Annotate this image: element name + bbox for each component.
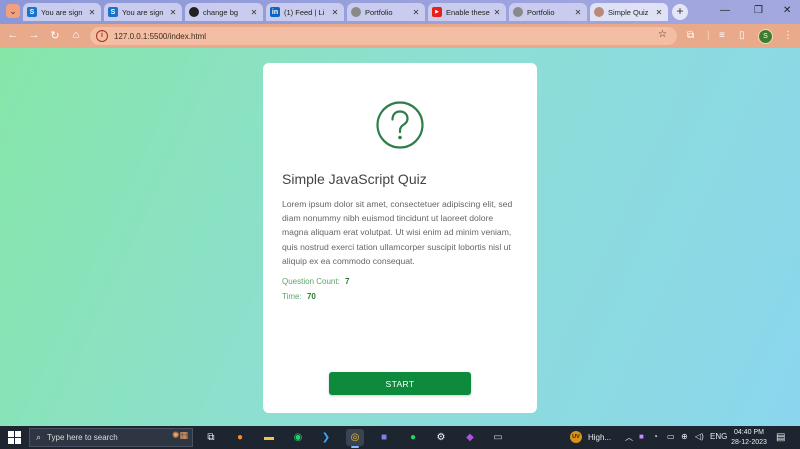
tab-label: Portfolio bbox=[365, 7, 393, 17]
clock-date: 28-12-2023 bbox=[731, 438, 767, 446]
quiz-title: Simple JavaScript Quiz bbox=[282, 171, 427, 187]
tab-close-icon[interactable]: ✕ bbox=[573, 8, 583, 17]
tab-label: (1) Feed | Li bbox=[284, 7, 325, 17]
extensions-icon[interactable]: ⧉ bbox=[687, 30, 694, 41]
clock-time: 04:40 PM bbox=[734, 429, 764, 436]
youtube-icon: ▶ bbox=[432, 7, 442, 17]
browser-tab[interactable]: ▶ Enable these ✕ bbox=[428, 3, 506, 21]
firefox-icon[interactable]: ● bbox=[231, 429, 249, 446]
tab-label: You are sign bbox=[41, 7, 83, 17]
settings-gear-icon[interactable]: ⚙ bbox=[432, 429, 450, 446]
tab-label: Enable these bbox=[446, 7, 490, 17]
wifi-icon[interactable]: ◔ bbox=[653, 432, 658, 441]
bookmark-star-icon[interactable]: ☆ bbox=[658, 29, 667, 40]
file-explorer-icon[interactable]: ▬ bbox=[260, 429, 278, 446]
globe-icon bbox=[351, 7, 361, 17]
profile-avatar[interactable]: S bbox=[758, 29, 773, 44]
minimize-icon[interactable]: — bbox=[720, 5, 730, 16]
browser-tab[interactable]: S You are sign ✕ bbox=[104, 3, 182, 21]
address-bar[interactable]: i 127.0.0.1:5500/index.html ☆ bbox=[90, 27, 677, 45]
vscode-icon[interactable]: ❯ bbox=[317, 429, 335, 446]
whatsapp-icon[interactable]: ◉ bbox=[289, 429, 307, 446]
clock[interactable]: 04:40 PM 28-12-2023 bbox=[727, 428, 771, 447]
windows-taskbar: ⌕ Type here to search ✺▦ ⧉ ● ▬ ◉ ❯ ◎ ■ ●… bbox=[0, 426, 800, 449]
browser-tab[interactable]: Portfolio ✕ bbox=[509, 3, 587, 21]
windows-start-icon[interactable] bbox=[8, 431, 21, 444]
toolbar-divider: | bbox=[707, 30, 710, 41]
spotify-icon[interactable]: ● bbox=[404, 429, 422, 446]
browser-tab-strip: ⌄ S You are sign ✕ S You are sign ✕ chan… bbox=[0, 0, 800, 24]
new-tab-button[interactable]: + bbox=[672, 4, 688, 20]
teams-icon[interactable]: ■ bbox=[375, 429, 393, 446]
browser-tab[interactable]: change bg ✕ bbox=[185, 3, 263, 21]
quiz-description: Lorem ipsum dolor sit amet, consectetuer… bbox=[282, 199, 513, 266]
close-window-icon[interactable]: ✕ bbox=[783, 5, 791, 16]
page-background: Simple JavaScript Quiz Lorem ipsum dolor… bbox=[0, 48, 800, 426]
site-info-icon[interactable]: i bbox=[96, 30, 108, 42]
browser-tab[interactable]: in (1) Feed | Li ✕ bbox=[266, 3, 344, 21]
side-panel-icon[interactable]: ▯ bbox=[739, 30, 745, 41]
volume-icon[interactable]: ◁) bbox=[695, 432, 704, 441]
time-row: Time: 70 bbox=[282, 292, 316, 301]
search-highlight-icon: ✺▦ bbox=[171, 430, 188, 440]
question-count-label: Question Count: bbox=[282, 277, 340, 286]
time-label: Time: bbox=[282, 292, 302, 301]
url-text[interactable]: 127.0.0.1:5500/index.html bbox=[114, 32, 206, 41]
chrome-icon[interactable]: ◎ bbox=[346, 429, 364, 448]
onenote-icon[interactable]: ■ bbox=[639, 432, 644, 441]
tab-close-icon[interactable]: ✕ bbox=[411, 8, 421, 17]
search-icon: ⌕ bbox=[36, 432, 42, 442]
tab-close-icon[interactable]: ✕ bbox=[492, 8, 502, 17]
time-value: 70 bbox=[306, 292, 316, 301]
tab-favicon-icon: S bbox=[27, 7, 37, 17]
browser-tab-active[interactable]: Simple Quiz ✕ bbox=[590, 3, 668, 21]
linkedin-icon: in bbox=[270, 7, 280, 17]
network-icon[interactable]: ⊕ bbox=[681, 432, 688, 441]
tab-search-icon[interactable]: ⌄ bbox=[6, 4, 20, 18]
browser-toolbar: ← → ↻ ⌂ i 127.0.0.1:5500/index.html ☆ ⧉ … bbox=[0, 24, 800, 48]
tab-label: Simple Quiz bbox=[608, 7, 649, 17]
language-indicator[interactable]: ENG bbox=[710, 432, 727, 441]
question-mark-icon bbox=[376, 101, 424, 149]
browser-tab[interactable]: Portfolio ✕ bbox=[347, 3, 425, 21]
tab-close-icon[interactable]: ✕ bbox=[168, 8, 178, 17]
start-button[interactable]: START bbox=[329, 372, 471, 395]
tab-label: You are sign bbox=[122, 7, 164, 17]
tab-close-icon[interactable]: ✕ bbox=[249, 8, 259, 17]
question-count-value: 7 bbox=[345, 277, 350, 286]
browser-tab[interactable]: S You are sign ✕ bbox=[23, 3, 101, 21]
chevron-up-icon[interactable]: ︿ bbox=[625, 432, 633, 443]
home-icon[interactable]: ⌂ bbox=[69, 29, 83, 41]
tab-close-icon[interactable]: ✕ bbox=[87, 8, 97, 17]
taskbar-search-input[interactable]: ⌕ Type here to search ✺▦ bbox=[29, 428, 193, 447]
tab-favicon-icon: S bbox=[108, 7, 118, 17]
more-menu-icon[interactable]: ⋮ bbox=[783, 30, 793, 41]
tab-close-icon[interactable]: ✕ bbox=[330, 8, 340, 17]
quiz-card: Simple JavaScript Quiz Lorem ipsum dolor… bbox=[263, 63, 537, 413]
forward-arrow-icon[interactable]: → bbox=[27, 29, 41, 41]
globe-icon bbox=[513, 7, 523, 17]
terminal-icon[interactable]: ▭ bbox=[489, 429, 507, 446]
back-arrow-icon[interactable]: ← bbox=[6, 29, 20, 41]
reload-icon[interactable]: ↻ bbox=[48, 29, 62, 42]
globe-icon bbox=[594, 7, 604, 17]
tab-close-icon[interactable]: ✕ bbox=[654, 8, 664, 17]
restore-icon[interactable]: ❐ bbox=[754, 5, 763, 16]
notification-icon[interactable]: ▤ bbox=[776, 432, 785, 443]
battery-icon[interactable]: ▭ bbox=[667, 432, 675, 441]
weather-widget[interactable]: UV High... bbox=[570, 431, 611, 443]
weather-badge-icon: UV bbox=[570, 431, 582, 443]
task-view-icon[interactable]: ⧉ bbox=[202, 429, 220, 446]
question-count-row: Question Count: 7 bbox=[282, 277, 350, 286]
tab-label: Portfolio bbox=[527, 7, 555, 17]
tab-label: change bg bbox=[203, 7, 239, 17]
media-control-icon[interactable]: ≡ bbox=[719, 30, 725, 41]
weather-text: High... bbox=[588, 432, 612, 442]
github-icon bbox=[189, 7, 199, 17]
search-placeholder: Type here to search bbox=[47, 433, 118, 442]
app-icon[interactable]: ◆ bbox=[461, 429, 479, 446]
